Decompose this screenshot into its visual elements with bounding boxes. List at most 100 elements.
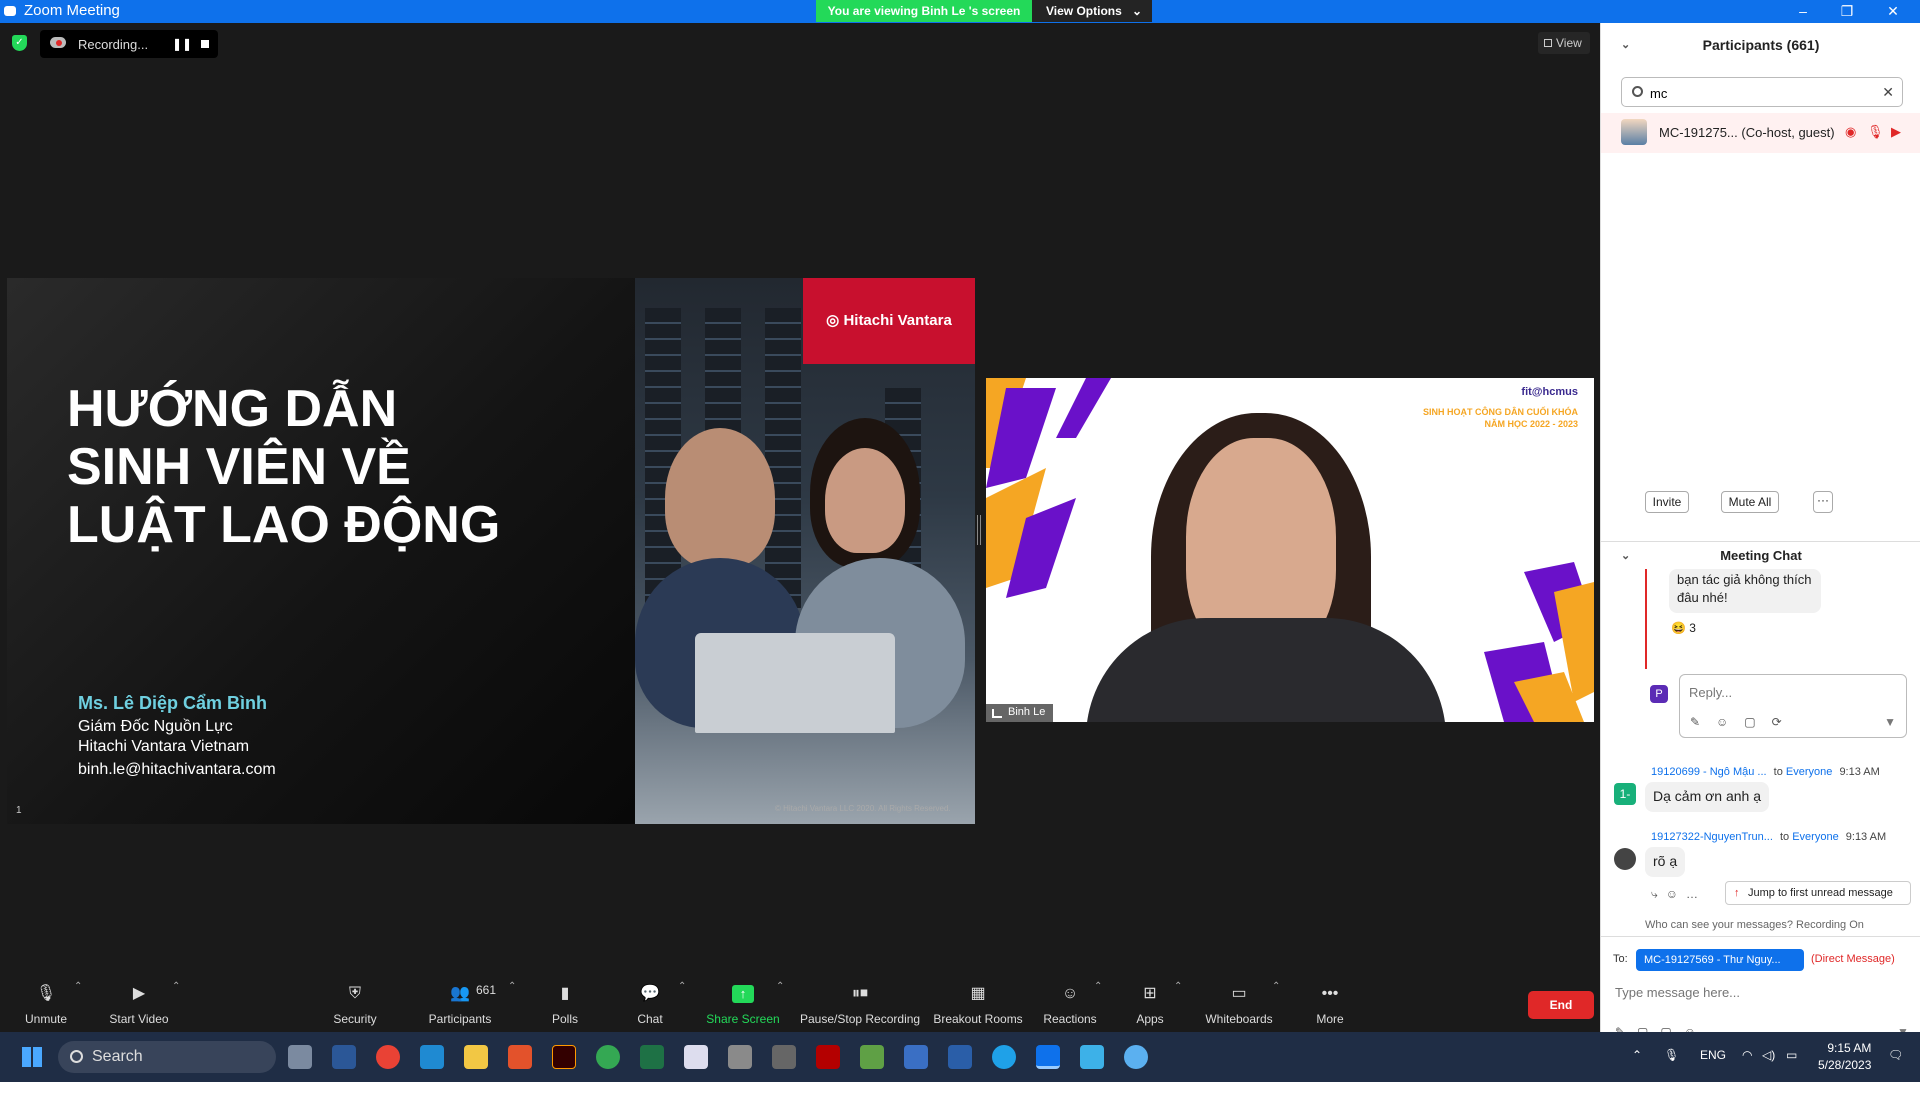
end-meeting-button[interactable]: End xyxy=(1528,991,1594,1019)
control-panel-icon[interactable] xyxy=(728,1045,752,1069)
share-screen-icon: ↑ xyxy=(732,985,754,1003)
side-panel: ⌄ Participants (661) ✕ MC-191275... (Co-h… xyxy=(1600,23,1920,1039)
apps-caret-icon[interactable]: ⌃ xyxy=(1174,981,1182,992)
apps-button[interactable]: ⊞ Apps xyxy=(1128,957,1172,1032)
reply-tools-icon[interactable]: ✎☺▢⟳ xyxy=(1690,715,1798,729)
reactions-button[interactable]: ☺ Reactions xyxy=(1040,957,1100,1032)
chat-message-bubble: rõ ạ xyxy=(1645,847,1686,877)
security-button[interactable]: ⛨ Security xyxy=(326,957,384,1032)
chat-caret-icon[interactable]: ⌃ xyxy=(678,981,686,992)
microphone-tray-icon[interactable]: 🎙 xyxy=(1664,1048,1679,1062)
message-actions-icon[interactable]: ⤷☺… xyxy=(1651,887,1706,902)
start-video-button[interactable]: ▶ Start Video xyxy=(100,957,178,1032)
spreadsheet-app-icon[interactable] xyxy=(860,1045,884,1069)
snipping-tool-icon[interactable] xyxy=(684,1045,708,1069)
reaction-badge[interactable]: 😆 3 xyxy=(1671,621,1696,635)
excel-icon[interactable] xyxy=(640,1045,664,1069)
polls-button[interactable]: ▮ Polls xyxy=(540,957,590,1032)
pause-recording-icon[interactable]: ❚❚ xyxy=(172,37,192,51)
restore-button[interactable]: ❐ xyxy=(1826,0,1868,23)
pause-stop-recording-button[interactable]: ⏸⏹ Pause/Stop Recording xyxy=(800,957,920,1032)
audio-options-caret-icon[interactable]: ⌃ xyxy=(74,981,82,992)
slide-title-line: LUẬT LAO ĐỘNG xyxy=(67,496,501,554)
battery-icon[interactable]: ▭ xyxy=(1786,1048,1797,1062)
share-screen-button[interactable]: ↑ Share Screen xyxy=(706,957,780,1032)
to-label: To: xyxy=(1613,953,1628,965)
breakout-rooms-button[interactable]: ▦ Breakout Rooms xyxy=(932,957,1024,1032)
participant-row[interactable]: MC-191275... (Co-host, guest) ◉ 🎙 ▶ xyxy=(1601,113,1920,153)
video-options-caret-icon[interactable]: ⌃ xyxy=(172,981,180,992)
unmute-button[interactable]: 🎙 Unmute xyxy=(14,957,78,1032)
participants-caret-icon[interactable]: ⌃ xyxy=(508,981,516,992)
to-word: to xyxy=(1779,831,1790,843)
chat-message-input[interactable] xyxy=(1615,981,1905,1003)
chrome-profile-icon[interactable] xyxy=(596,1045,620,1069)
network-app-icon[interactable] xyxy=(904,1045,928,1069)
whiteboards-caret-icon[interactable]: ⌃ xyxy=(1272,981,1280,992)
vscode-icon[interactable] xyxy=(420,1045,444,1069)
acrobat-icon[interactable] xyxy=(508,1045,532,1069)
tray-chevron-icon[interactable]: ⌃ xyxy=(1632,1048,1642,1062)
volume-icon[interactable]: ◁) xyxy=(1762,1048,1775,1062)
slide-page-number: 1 xyxy=(16,805,22,816)
encryption-shield-icon[interactable]: ✓ xyxy=(12,35,27,51)
participant-search-input[interactable] xyxy=(1650,83,1860,103)
file-explorer-icon[interactable] xyxy=(464,1045,488,1069)
view-options-button[interactable]: View Options ⌄ xyxy=(1032,0,1152,22)
chevron-down-icon[interactable]: ⌄ xyxy=(1621,23,1630,67)
participants-icon: 👥 xyxy=(450,985,470,1002)
message-time: 9:13 AM xyxy=(1839,766,1880,778)
server-rack xyxy=(765,308,801,608)
microphone-muted-icon[interactable]: 🎙 xyxy=(1867,124,1884,140)
viewing-screen-banner: You are viewing Binh Le 's screen xyxy=(816,0,1032,22)
mute-all-button[interactable]: Mute All xyxy=(1721,491,1779,513)
taskbar-clock[interactable]: 9:15 AM 5/28/2023 xyxy=(1818,1040,1871,1074)
toolbar-label: Start Video xyxy=(109,1012,169,1026)
sender-avatar: 1- xyxy=(1614,783,1636,805)
chat-button[interactable]: 💬 Chat xyxy=(626,957,674,1032)
reply-box[interactable]: Reply... ✎☺▢⟳ ▼ xyxy=(1679,674,1907,738)
taskbar-search[interactable]: Search xyxy=(58,1041,276,1073)
speaker-video[interactable]: fit@hcmus SINH HOẠT CÔNG DÂN CUỐI KHÓA NĂ… xyxy=(986,378,1594,722)
chat-title: Meeting Chat xyxy=(1720,548,1802,563)
person-woman-face xyxy=(825,448,905,553)
sender-name[interactable]: 19127322-NguyenTrun... xyxy=(1651,831,1773,843)
minimize-button[interactable]: – xyxy=(1782,0,1824,23)
reactions-caret-icon[interactable]: ⌃ xyxy=(1094,981,1102,992)
who-can-see-link[interactable]: Who can see your messages? Recording On xyxy=(1645,919,1864,931)
participants-more-button[interactable]: ··· xyxy=(1813,491,1833,513)
task-view-icon[interactable] xyxy=(288,1045,312,1069)
shield-icon: ⛨ xyxy=(348,985,361,1002)
notification-icon[interactable]: 🗨 xyxy=(1888,1048,1903,1062)
word-icon[interactable] xyxy=(332,1045,356,1069)
speaker-email: binh.le@hitachivantara.com xyxy=(78,761,276,778)
splitter-handle[interactable] xyxy=(977,515,981,545)
jump-label: Jump to first unread message xyxy=(1748,887,1893,899)
globe-app-icon[interactable] xyxy=(1124,1045,1148,1069)
share-caret-icon[interactable]: ⌃ xyxy=(776,981,784,992)
illustrator-icon[interactable] xyxy=(552,1045,576,1069)
microphone-app-icon[interactable] xyxy=(772,1045,796,1069)
video-off-icon[interactable]: ▶ xyxy=(1891,124,1901,140)
filezilla-icon[interactable] xyxy=(816,1045,840,1069)
send-icon[interactable]: ▼ xyxy=(1884,715,1896,729)
close-button[interactable]: ✕ xyxy=(1872,0,1914,23)
edge-icon[interactable] xyxy=(992,1045,1016,1069)
whiteboards-button[interactable]: ▭ Whiteboards xyxy=(1202,957,1276,1032)
language-indicator[interactable]: ENG xyxy=(1700,1048,1726,1062)
chrome-icon[interactable] xyxy=(376,1045,400,1069)
sender-name[interactable]: 19120699 - Ngô Mậu ... xyxy=(1651,766,1767,778)
jump-to-unread-button[interactable]: ↑ Jump to first unread message xyxy=(1725,881,1911,905)
clear-search-icon[interactable]: ✕ xyxy=(1882,84,1894,101)
wifi-icon[interactable]: ◠ xyxy=(1742,1048,1752,1062)
recipient-select[interactable]: MC-19127569 - Thư Nguy... xyxy=(1636,949,1804,971)
stop-recording-icon[interactable] xyxy=(201,40,209,48)
more-button[interactable]: ••• More xyxy=(1310,957,1350,1032)
zoom-taskbar-icon[interactable] xyxy=(1036,1045,1060,1069)
windows-start-icon[interactable] xyxy=(22,1047,42,1067)
invite-button[interactable]: Invite xyxy=(1645,491,1689,513)
view-button[interactable]: View xyxy=(1538,32,1590,54)
photos-icon[interactable] xyxy=(1080,1045,1104,1069)
powershell-icon[interactable] xyxy=(948,1045,972,1069)
chevron-down-icon[interactable]: ⌄ xyxy=(1621,542,1630,570)
